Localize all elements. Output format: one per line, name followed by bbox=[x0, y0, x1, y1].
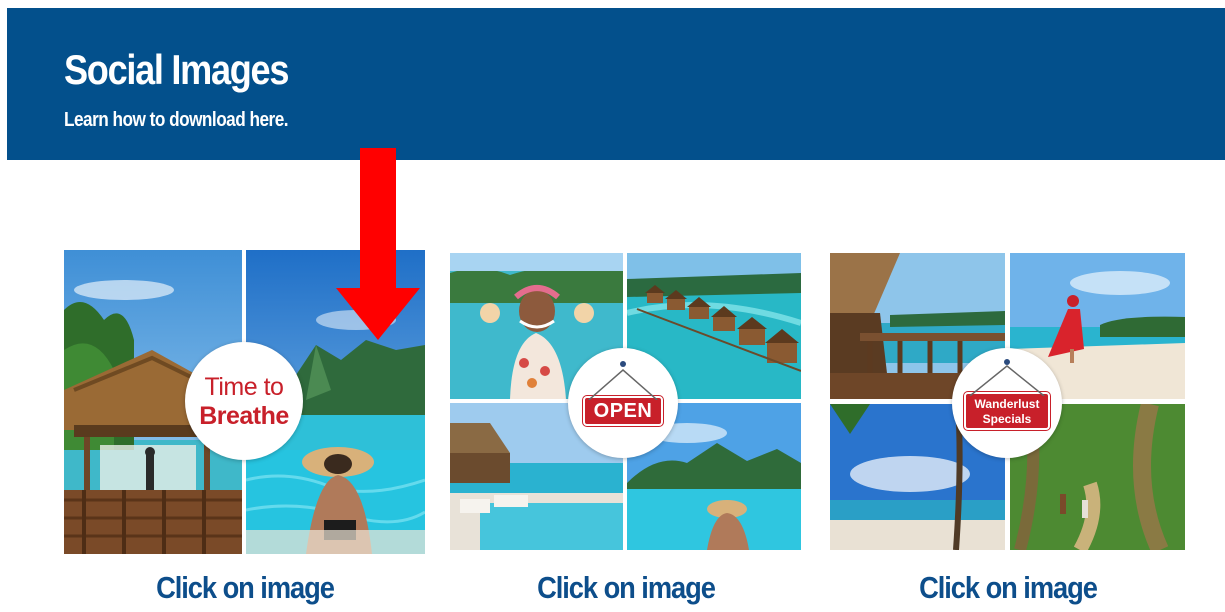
card-2-caption-link[interactable]: Click on image bbox=[446, 570, 806, 606]
card-1-caption-link[interactable]: Click on image bbox=[65, 570, 425, 606]
card-3-caption-link[interactable]: Click on image bbox=[828, 570, 1188, 606]
wanderlust-label: Wanderlust bbox=[974, 397, 1040, 411]
open-sign-label: OPEN bbox=[593, 400, 653, 422]
open-sign-badge: OPEN bbox=[568, 348, 678, 458]
red-arrow-icon bbox=[336, 148, 420, 340]
hanging-string-icon bbox=[969, 365, 1045, 396]
nail-icon bbox=[620, 361, 626, 367]
download-help-link[interactable]: Learn how to download here. bbox=[64, 109, 289, 132]
hanging-string-icon bbox=[588, 369, 658, 400]
specials-label: Specials bbox=[982, 412, 1032, 426]
wanderlust-specials-badge: Wanderlust Specials bbox=[952, 348, 1062, 458]
time-to-breathe-badge: Time to Breathe bbox=[185, 342, 303, 460]
social-image-card-2[interactable]: OPEN bbox=[450, 253, 801, 550]
nail-icon bbox=[1004, 359, 1010, 365]
page-title: Social Images bbox=[64, 46, 289, 93]
header-banner: Social Images Learn how to download here… bbox=[7, 8, 1225, 160]
social-image-card-3[interactable]: Wanderlust Specials bbox=[830, 253, 1185, 550]
